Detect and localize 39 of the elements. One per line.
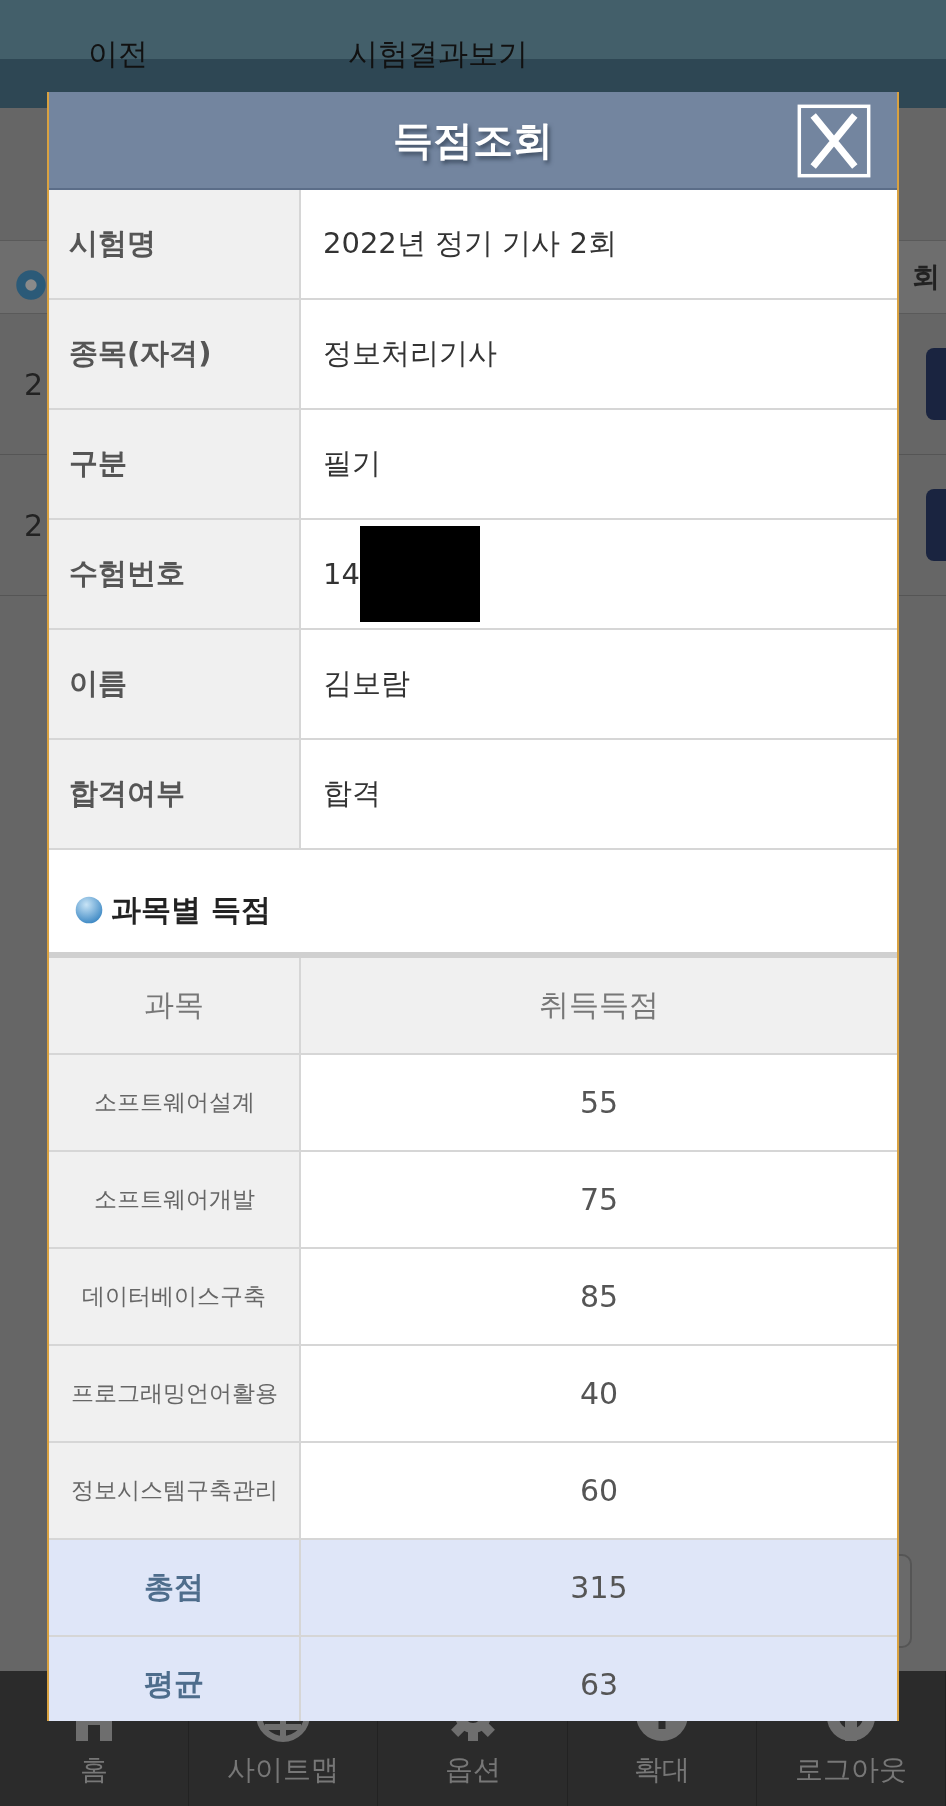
bullet-icon [75, 896, 103, 924]
section-title: 과목별 득점 [111, 890, 272, 929]
summary-label: 평균 [49, 1637, 301, 1721]
field-value: 합격 [323, 775, 381, 812]
column-header: 취득득점 [301, 958, 897, 1053]
back-link[interactable]: 이전 [88, 33, 148, 75]
field-label: 종목(자격) [49, 300, 301, 408]
dialog-title: 득점조회 [393, 115, 553, 165]
table-cell: 2 [24, 507, 44, 543]
field-label: 구분 [49, 410, 301, 518]
field-value: 필기 [323, 445, 381, 482]
subject-cell: 프로그래밍언어활용 [49, 1346, 301, 1441]
score-cell-text: 85 [578, 1278, 620, 1316]
column-header: 회 [912, 259, 940, 295]
field-value: 정보처리기사 [323, 335, 497, 372]
column-header: 과목 [49, 958, 301, 1053]
close-icon[interactable] [797, 104, 871, 178]
field-label: 합격여부 [49, 740, 301, 848]
action-button[interactable] [926, 489, 946, 561]
score-cell-text: 75 [578, 1181, 620, 1219]
action-button[interactable] [926, 348, 946, 420]
score-cell-text: 40 [578, 1375, 620, 1413]
summary-value: 63 [301, 1637, 897, 1721]
summary-value: 315 [301, 1540, 897, 1635]
subject-cell: 소프트웨어설계 [49, 1055, 301, 1150]
subject-cell: 정보시스템구축관리 [49, 1443, 301, 1538]
subject-cell: 소프트웨어개발 [49, 1152, 301, 1247]
score-cell-text: 60 [578, 1472, 620, 1510]
field-value: 김보람 [323, 665, 410, 702]
subject-cell: 데이터베이스구축 [49, 1249, 301, 1344]
summary-label: 총점 [49, 1540, 301, 1635]
field-label: 시험명 [49, 190, 301, 298]
table-cell: 2 [24, 366, 44, 402]
field-label: 수험번호 [49, 520, 301, 628]
score-cell-text: 55 [578, 1084, 620, 1122]
field-label: 이름 [49, 630, 301, 738]
field-value: 2022년 정기 기사 2회 [323, 225, 617, 262]
page-title: 시험결과보기 [348, 34, 528, 73]
field-value: 14 [323, 557, 360, 591]
